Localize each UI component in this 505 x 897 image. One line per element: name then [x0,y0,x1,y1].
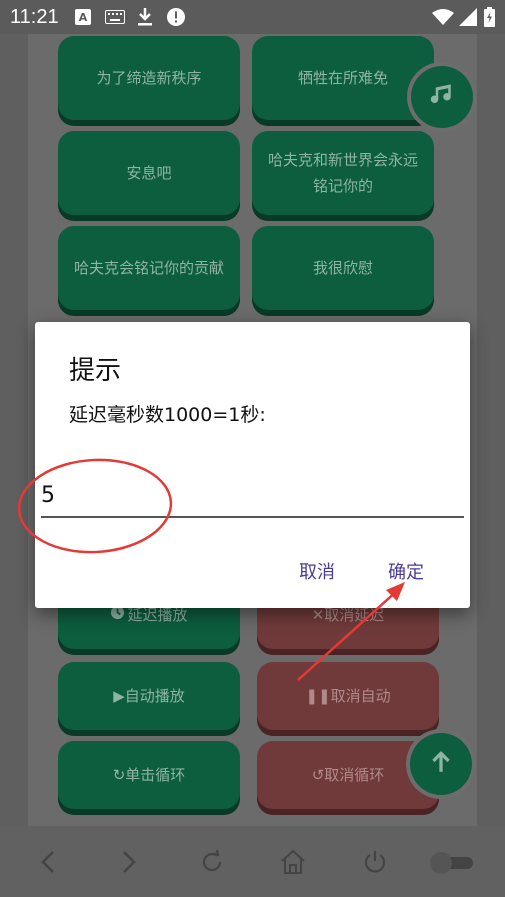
auto-play-button[interactable]: ▶ 自动播放 [58,662,240,730]
sound-button-4[interactable]: 哈夫克和新世界会永远铭记你的 [252,131,434,215]
delay-dialog: 提示 延迟毫秒数1000=1秒: 取消 确定 [35,322,470,608]
power-icon[interactable] [359,846,391,878]
auto-play-label: 自动播放 [124,687,185,705]
alert-icon [166,7,186,27]
sound-button-5[interactable]: 哈夫克会铭记你的贡献 [58,226,240,310]
ok-button[interactable]: 确定 [388,558,424,584]
sound-button-3[interactable]: 安息吧 [58,131,240,215]
music-icon [427,80,457,114]
pause-icon: ❚❚ [305,687,331,705]
music-fab-button[interactable] [411,66,473,128]
battery-charging-icon [482,7,496,27]
cancel-loop-label: 取消循环 [324,766,385,784]
wifi-icon [432,7,454,27]
home-icon[interactable] [277,846,309,878]
dialog-title: 提示 [69,356,122,386]
a-notification-icon: A [74,7,92,27]
redo-icon: ↻ [112,766,126,784]
sound-button-6[interactable]: 我很欣慰 [252,226,434,310]
reload-icon[interactable] [196,846,228,878]
sound-button-1[interactable]: 为了缔造新秩序 [58,36,240,120]
status-bar: 11:21 A [0,0,505,34]
toggle-icon[interactable] [426,846,476,878]
cancel-button[interactable]: 取消 [299,558,335,584]
dialog-message: 延迟毫秒数1000=1秒: [69,404,266,426]
play-icon: ▶ [113,687,125,705]
back-icon[interactable] [32,846,64,878]
signal-icon [458,7,478,27]
single-loop-button[interactable]: ↻ 单击循环 [58,741,240,809]
sound-button-2[interactable]: 牺牲在所难免 [252,36,434,120]
bottom-nav-bar [0,826,505,897]
keyboard-icon [104,7,126,27]
cancel-auto-label: 取消自动 [330,687,391,705]
undo-icon: ↺ [311,766,325,784]
cancel-auto-button[interactable]: ❚❚ 取消自动 [257,662,439,730]
status-time: 11:21 [10,6,59,28]
delay-ms-input[interactable] [41,474,464,518]
forward-icon[interactable] [113,846,145,878]
scroll-top-fab-button[interactable] [410,733,472,795]
arrow-up-icon [428,749,454,779]
single-loop-label: 单击循环 [125,766,186,784]
download-icon [136,7,154,27]
